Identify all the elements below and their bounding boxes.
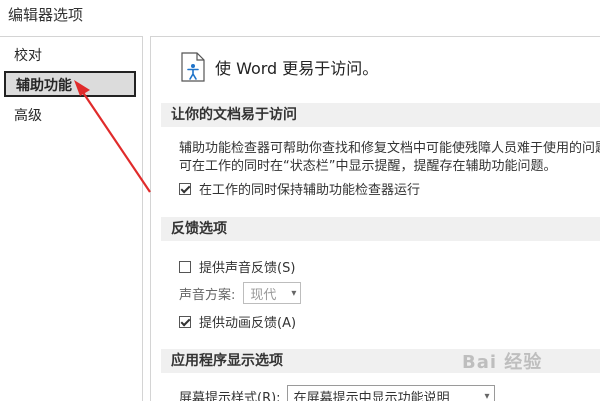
screen-tip-select[interactable]: 在屏幕提示中显示功能说明 ▾ [287, 385, 495, 401]
animation-feedback-label: 提供动画反馈(A) [199, 312, 296, 331]
options-panel: 使 Word 更易于访问。 让你的文档易于访问 辅助功能检查器可帮助你查找和修复… [150, 36, 600, 401]
sound-feedback-label: 提供声音反馈(S) [199, 257, 295, 276]
baidu-watermark: Bai 经验 [462, 348, 542, 374]
sidebar-item-proofing[interactable]: 校对 [4, 43, 136, 69]
screen-tip-row: 屏幕提示样式(R): 在屏幕提示中显示功能说明 ▾ [179, 385, 495, 401]
description-line-2: 可在工作的同时在“状态栏”中显示提醒，提醒存在辅助功能问题。 [179, 155, 556, 174]
sound-scheme-label: 声音方案: [179, 284, 235, 303]
chevron-down-icon: ▾ [291, 288, 296, 299]
animation-feedback-checkbox[interactable] [179, 316, 191, 328]
section-title-accessible-docs: 让你的文档易于访问 [161, 103, 600, 127]
sidebar-item-accessibility[interactable]: 辅助功能 [4, 71, 136, 97]
screen-tip-label: 屏幕提示样式(R): [179, 387, 281, 401]
accessibility-document-icon [179, 52, 207, 82]
panel-header-title: 使 Word 更易于访问。 [215, 55, 378, 79]
chevron-down-icon: ▾ [485, 391, 490, 401]
keep-checker-running-label: 在工作的同时保持辅助功能检查器运行 [199, 179, 420, 198]
panel-header: 使 Word 更易于访问。 [179, 51, 378, 83]
keep-checker-running-option[interactable]: 在工作的同时保持辅助功能检查器运行 [179, 179, 420, 198]
animation-feedback-option[interactable]: 提供动画反馈(A) [179, 312, 296, 331]
sound-feedback-option[interactable]: 提供声音反馈(S) [179, 257, 295, 276]
sound-scheme-value: 现代 [250, 284, 276, 303]
sound-scheme-row: 声音方案: 现代 ▾ [179, 282, 301, 304]
window-title: 编辑器选项 [8, 4, 83, 25]
sound-feedback-checkbox[interactable] [179, 261, 191, 273]
sound-scheme-select[interactable]: 现代 ▾ [243, 282, 301, 304]
section-title-feedback: 反馈选项 [161, 217, 600, 241]
sidebar-item-advanced[interactable]: 高级 [4, 103, 136, 129]
screen-tip-value: 在屏幕提示中显示功能说明 [294, 387, 450, 401]
description-line-1: 辅助功能检查器可帮助你查找和修复文档中可能使残障人员难于使用的问题 [179, 137, 600, 156]
sidebar: 校对 辅助功能 高级 [0, 36, 143, 401]
keep-checker-running-checkbox[interactable] [179, 183, 191, 195]
